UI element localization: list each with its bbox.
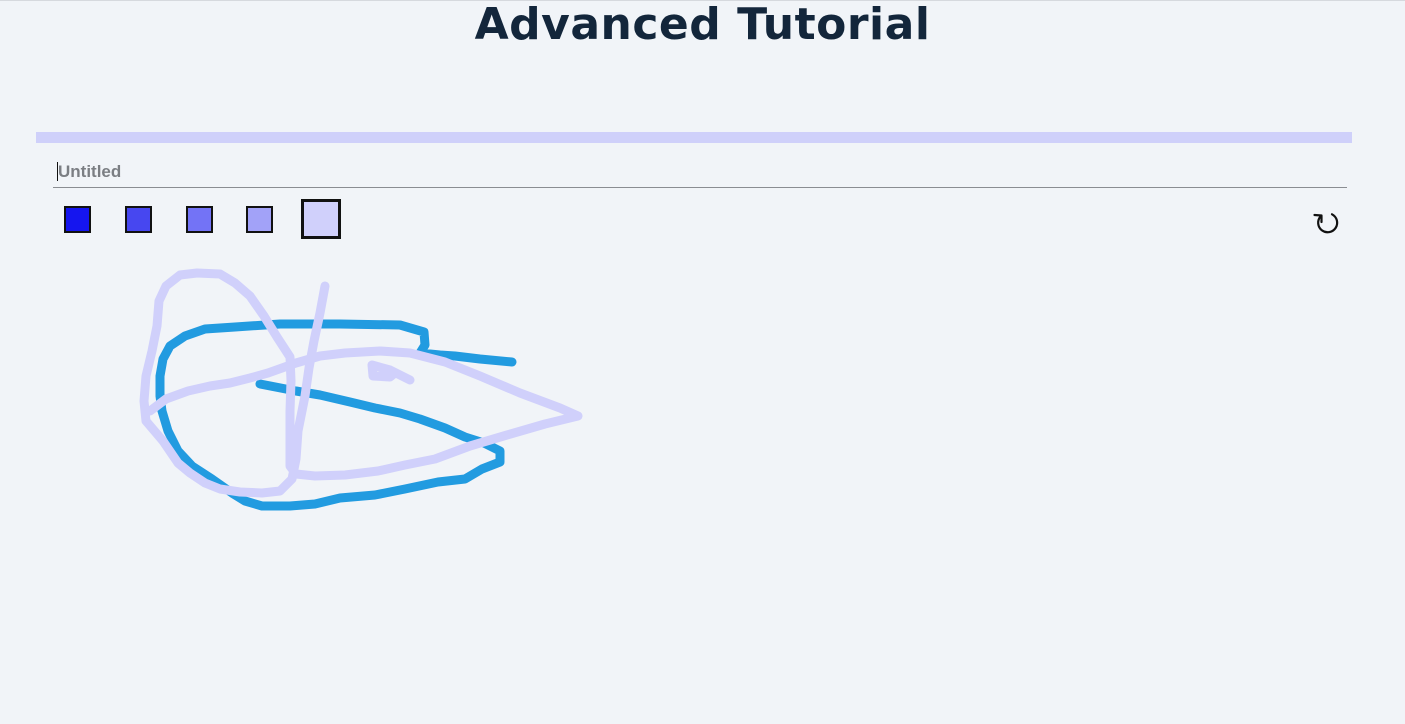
stroke-3	[139, 268, 583, 498]
stroke-2	[367, 360, 415, 385]
drawing-canvas[interactable]	[0, 1, 1405, 724]
